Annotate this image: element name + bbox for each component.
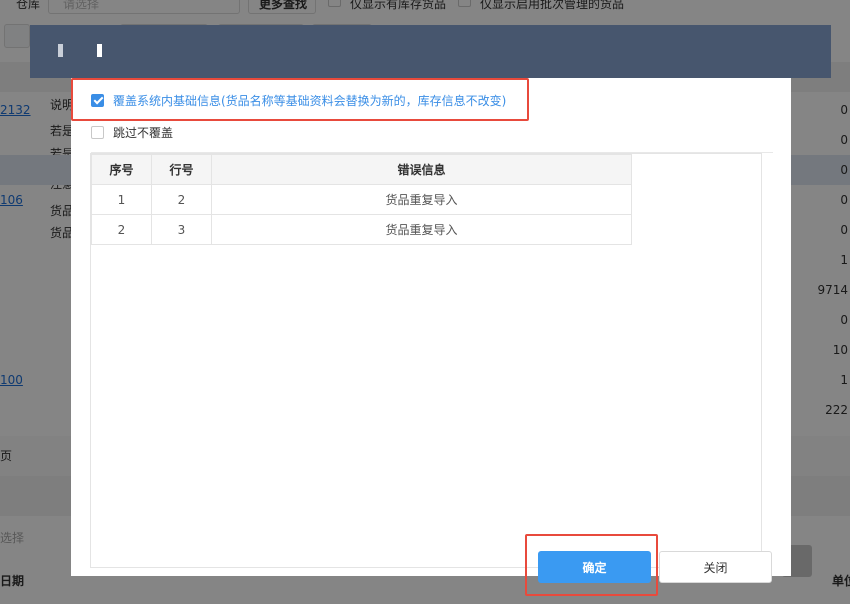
table-row: 2 3 货品重复导入	[91, 214, 632, 245]
error-table-panel: 序号 行号 错误信息 1 2 货品重复导入 2 3 货品重复导入	[90, 153, 762, 568]
skip-option[interactable]: 跳过不覆盖	[91, 124, 173, 140]
overwrite-highlight-box	[71, 78, 529, 121]
skip-option-label: 跳过不覆盖	[113, 125, 174, 140]
cell-index: 1	[91, 184, 152, 215]
cell-line: 3	[151, 214, 212, 245]
confirm-button[interactable]: 确定	[538, 551, 651, 583]
dialog-body: 覆盖系统内基础信息(货品名称等基础资料会替换为新的，库存信息不改变) 跳过不覆盖…	[71, 78, 791, 596]
skip-checkbox[interactable]	[91, 125, 104, 139]
error-table: 序号 行号 错误信息 1 2 货品重复导入 2 3 货品重复导入	[91, 154, 632, 245]
header-left-mark-icon	[58, 44, 63, 57]
cell-index: 2	[91, 214, 152, 245]
header-index: 序号	[91, 154, 152, 185]
cell-error: 货品重复导入	[211, 184, 632, 215]
dialog-header	[30, 25, 831, 78]
header-error: 错误信息	[211, 154, 632, 185]
table-row: 1 2 货品重复导入	[91, 184, 632, 215]
header-title-mark-icon	[97, 44, 102, 57]
cell-error: 货品重复导入	[211, 214, 632, 245]
close-button[interactable]: 关闭	[659, 551, 772, 583]
import-conflict-dialog: 覆盖系统内基础信息(货品名称等基础资料会替换为新的，库存信息不改变) 跳过不覆盖…	[30, 25, 831, 596]
header-line: 行号	[151, 154, 212, 185]
cell-line: 2	[151, 184, 212, 215]
